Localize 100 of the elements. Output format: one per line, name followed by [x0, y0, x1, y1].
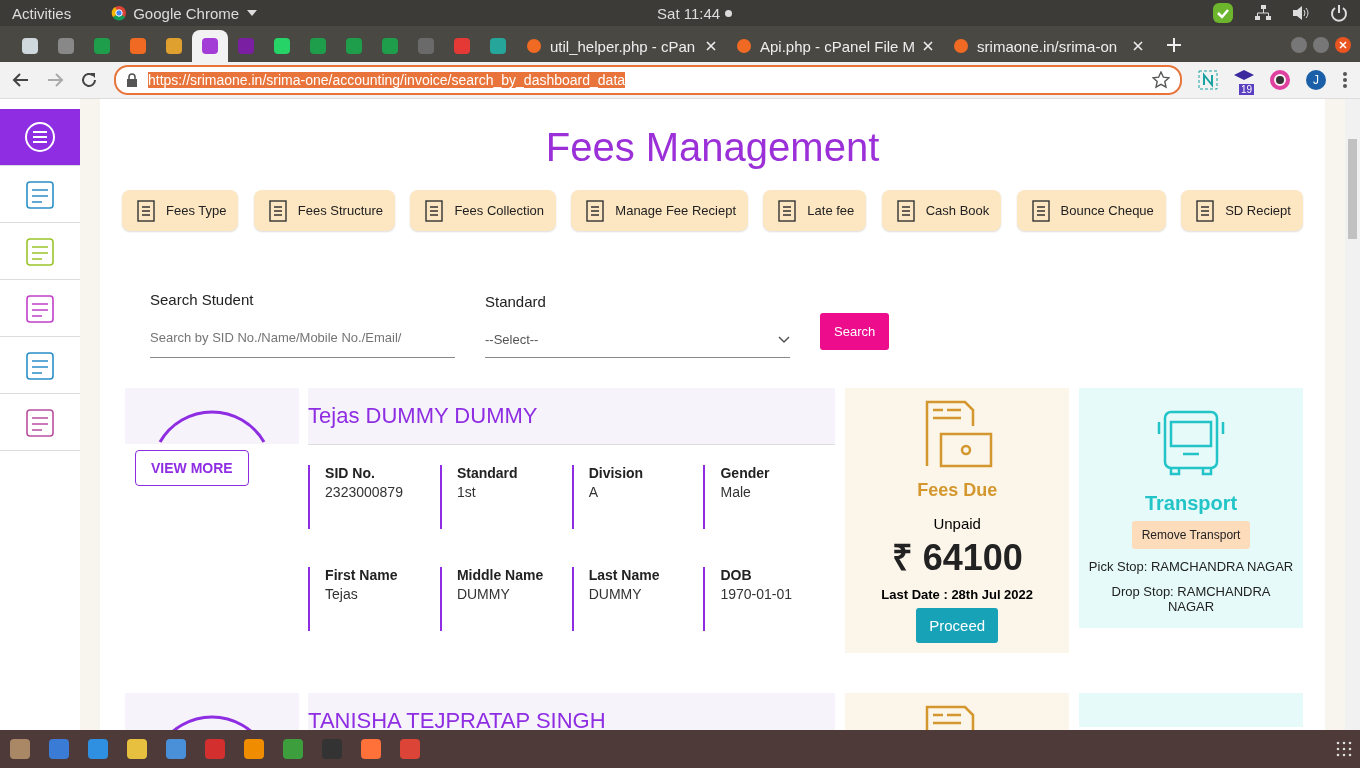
info-label: Standard: [456, 465, 519, 481]
favicon-icon: [489, 37, 507, 55]
clock[interactable]: Sat 11:44: [657, 4, 721, 22]
standard-select[interactable]: --Select--: [485, 326, 790, 358]
view-more-button[interactable]: VIEW MORE: [135, 450, 249, 486]
transport-title: Transport: [1144, 492, 1238, 515]
pick-stop: Pick Stop: RAMCHANDRA NAGAR: [1088, 559, 1294, 574]
browser-tab[interactable]: srimaone.in/srima-on: [943, 30, 1154, 62]
nav-button[interactable]: Late fee: [763, 190, 867, 231]
info-label: SID No.: [325, 465, 376, 481]
drop-stop: Drop Stop: RAMCHANDRA NAGAR: [1110, 584, 1272, 614]
notification-dot-icon: [725, 9, 733, 17]
search-button[interactable]: Search: [820, 313, 890, 350]
document-icon: [134, 198, 158, 223]
remove-transport-button[interactable]: Remove Transport: [1131, 521, 1251, 549]
favicon-icon: [381, 37, 399, 55]
info-value: Tejas: [325, 586, 359, 602]
network-icon[interactable]: [1254, 5, 1272, 21]
last-date: Last Date : 28th Jul 2022: [881, 587, 1034, 602]
activities-button[interactable]: Activities: [12, 4, 72, 22]
favicon-icon: [526, 38, 542, 54]
app-grid-icon[interactable]: [1336, 741, 1352, 757]
student-name: TANISHA TEJPRATAP SINGH: [308, 708, 606, 730]
back-icon[interactable]: [12, 71, 30, 89]
field-label: Search Student: [150, 291, 255, 308]
nav-button[interactable]: Cash Book: [881, 190, 1002, 231]
app-icon[interactable]: [86, 737, 110, 761]
nav-button[interactable]: Fees Collection: [410, 190, 556, 231]
nav-button[interactable]: SD Reciept: [1181, 190, 1303, 231]
star-icon[interactable]: [1152, 71, 1170, 89]
favicon-icon: [237, 37, 255, 55]
menu-icon[interactable]: [1342, 71, 1348, 89]
info-value: 2323000879: [325, 484, 404, 500]
favicon-icon: [309, 37, 327, 55]
color-ring-icon[interactable]: [1270, 70, 1290, 90]
app-icon[interactable]: [125, 737, 149, 761]
close-icon[interactable]: [706, 41, 716, 51]
profile-avatar[interactable]: J: [1306, 70, 1326, 90]
field-label: Standard: [485, 293, 547, 310]
forward-icon[interactable]: [46, 71, 64, 89]
info-label: Last Name: [588, 567, 661, 583]
info-label: Gender: [720, 465, 771, 481]
favicon-icon: [453, 37, 471, 55]
favicon-icon: [57, 37, 75, 55]
info-value: DUMMY: [456, 586, 511, 602]
close-icon[interactable]: [1334, 36, 1352, 54]
power-icon[interactable]: [1330, 4, 1348, 22]
app-icon[interactable]: [8, 737, 32, 761]
info-label: Division: [588, 465, 645, 481]
info-label: Middle Name: [456, 567, 545, 583]
favicon-icon: [953, 38, 970, 54]
student-name: Tejas DUMMY DUMMY: [308, 403, 538, 429]
sidebar-item[interactable]: [0, 109, 80, 166]
favicon-icon: [165, 37, 183, 55]
chevron-icon: [778, 335, 790, 344]
caret-icon: [247, 10, 258, 16]
nav-button[interactable]: Manage Fee Reciept: [571, 190, 748, 231]
extension-button[interactable]: 19: [1234, 65, 1254, 95]
favicon-icon: [345, 37, 363, 55]
favicon-icon: [93, 37, 111, 55]
extension-icon[interactable]: [1198, 70, 1218, 90]
app-icon[interactable]: [242, 737, 266, 761]
app-icon[interactable]: [47, 737, 71, 761]
sidebar-icon: [22, 119, 58, 155]
reload-icon[interactable]: [80, 71, 98, 89]
favicon-icon: [736, 38, 752, 54]
info-value: Male: [720, 484, 752, 500]
favicon-icon: [417, 37, 435, 55]
info-value: 1st: [456, 484, 477, 500]
new-tab-icon[interactable]: [1167, 38, 1182, 52]
info-label: First Name: [325, 567, 399, 583]
close-icon[interactable]: [1133, 41, 1144, 51]
payment-status: Unpaid: [933, 515, 981, 532]
app-icon[interactable]: [164, 737, 188, 761]
app-icon[interactable]: [281, 737, 305, 761]
favicon-icon: [201, 37, 219, 55]
nav-button[interactable]: Fees Structure: [253, 190, 396, 231]
close-icon[interactable]: [923, 41, 934, 51]
favicon-icon: [129, 37, 147, 55]
amount-due: ₹ 64100: [891, 536, 1023, 580]
nav-button[interactable]: Bounce Cheque: [1016, 190, 1166, 231]
badge: 19: [1238, 83, 1254, 95]
minimize-icon[interactable]: [1290, 36, 1308, 54]
scrollbar[interactable]: [1345, 99, 1360, 730]
page-title: Fees Management: [544, 125, 881, 170]
info-value: 1970-01-01: [720, 586, 794, 602]
info-value: DUMMY: [588, 586, 643, 602]
app-icon[interactable]: [359, 737, 383, 761]
info-label: DOB: [720, 567, 753, 583]
check-icon[interactable]: [1212, 2, 1234, 24]
favicon-icon: [21, 37, 39, 55]
fees-due-title: Fees Due: [917, 480, 998, 501]
info-value: A: [588, 484, 599, 500]
browser-tab[interactable]: [192, 30, 228, 62]
browser-tab[interactable]: util_helper.php - cPan: [516, 30, 726, 62]
volume-icon[interactable]: [1292, 5, 1310, 21]
app-menu[interactable]: Google Chrome: [111, 4, 258, 22]
favicon-icon: [273, 37, 291, 55]
nav-button[interactable]: Fees Type: [122, 190, 239, 231]
browser-tab[interactable]: Api.php - cPanel File M: [726, 30, 944, 62]
